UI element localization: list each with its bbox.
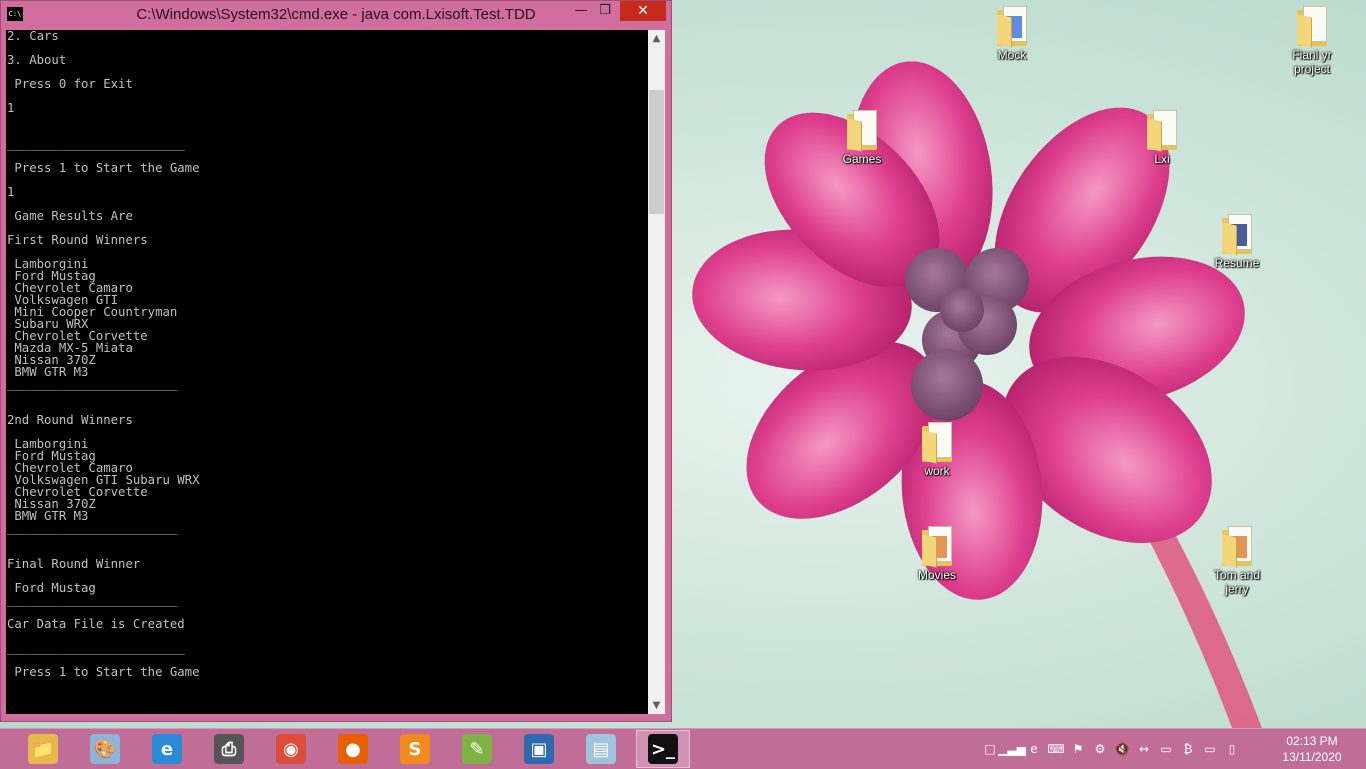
taskbar-virtualbox-button[interactable]: ▣ bbox=[512, 730, 566, 768]
network-icon[interactable]: ↔ bbox=[1136, 741, 1152, 757]
folder-icon bbox=[1222, 214, 1252, 256]
taskbar-sublime-text-button[interactable]: S bbox=[388, 730, 442, 768]
desktop-icon-tom-and-jerry[interactable]: Tom and jerry bbox=[1197, 526, 1277, 596]
vertical-scrollbar[interactable]: ▲ ▼ bbox=[648, 30, 665, 714]
console-text: 2. Cars 3. About Press 0 for Exit 1 ____… bbox=[7, 30, 200, 679]
keyboard-icon[interactable]: ⌨ bbox=[1047, 741, 1064, 757]
taskbar-chrome-button[interactable]: ◉ bbox=[264, 730, 318, 768]
desktop-icon-games[interactable]: Games bbox=[822, 110, 902, 166]
taskbar-internet-explorer-button[interactable]: e bbox=[140, 730, 194, 768]
chrome-icon: ◉ bbox=[276, 734, 306, 764]
title-bar[interactable]: C:\ C:\Windows\System32\cmd.exe - java c… bbox=[1, 1, 671, 29]
taskbar: 📁 🎨 e ⎙ ◉ ● S ✎ ▣ ▤ >_ □ ▁▃▅ e ⌨ ⚑ ⚙ 🔇 ↔ ▭ ₿ ▭ ▯ 02:13 PM 13/… bbox=[0, 728, 1366, 769]
folder-icon bbox=[1297, 6, 1327, 48]
volume-mute-icon[interactable]: 🔇 bbox=[1114, 741, 1130, 757]
flag-icon[interactable]: ⚑ bbox=[1070, 741, 1086, 757]
desktop-icon-label: Lxi bbox=[1154, 152, 1170, 166]
console-output[interactable]: 2. Cars 3. About Press 0 for Exit 1 ____… bbox=[6, 30, 648, 714]
internet-explorer-icon: e bbox=[152, 734, 182, 764]
desktop-icon-lxi[interactable]: Lxi bbox=[1122, 110, 1202, 166]
clock-time: 02:13 PM bbox=[1286, 734, 1338, 748]
file-explorer-icon: 📁 bbox=[28, 734, 58, 764]
taskbar-notepad-plus-button[interactable]: ✎ bbox=[450, 730, 504, 768]
folder-icon bbox=[997, 6, 1027, 48]
display-icon[interactable]: ▭ bbox=[1158, 741, 1174, 757]
clock-date: 13/11/2020 bbox=[1282, 750, 1342, 764]
desktop-icon-label: Tom and jerry bbox=[1213, 568, 1261, 596]
notepad-plus-icon: ✎ bbox=[462, 734, 492, 764]
desktop-icon-mock[interactable]: Mock bbox=[972, 6, 1052, 62]
system-tray: □ ▁▃▅ e ⌨ ⚑ ⚙ 🔇 ↔ ▭ ₿ ▭ ▯ bbox=[982, 729, 1240, 769]
folder-icon bbox=[922, 526, 952, 568]
folder-icon bbox=[922, 422, 952, 464]
desktop-icon-movies[interactable]: Movies bbox=[897, 526, 977, 582]
desktop-icon-label: Resume bbox=[1214, 256, 1260, 270]
desktop-icon-label: Movies bbox=[917, 568, 956, 582]
battery-icon[interactable]: ▯ bbox=[1224, 741, 1240, 757]
scroll-up-button[interactable]: ▲ bbox=[648, 30, 665, 47]
clock[interactable]: 02:13 PM 13/11/2020 bbox=[1270, 733, 1354, 765]
bitcoin-icon[interactable]: ₿ bbox=[1180, 741, 1196, 757]
settings-icon[interactable]: ⚙ bbox=[1092, 741, 1108, 757]
desktop-icon-resume[interactable]: Resume bbox=[1197, 214, 1277, 270]
cmd-window[interactable]: C:\ C:\Windows\System32\cmd.exe - java c… bbox=[0, 0, 672, 722]
taskbar-file-explorer-button[interactable]: 📁 bbox=[16, 730, 70, 768]
language-icon[interactable]: e bbox=[1026, 741, 1042, 757]
cmd-icon: >_ bbox=[648, 734, 678, 764]
desktop-icon-label: Mock bbox=[997, 48, 1027, 62]
desktop-icon-final-year-project[interactable]: Fianl yr project bbox=[1272, 6, 1352, 76]
taskbar-scanner-button[interactable]: ⎙ bbox=[202, 730, 256, 768]
taskbar-cmd-button[interactable]: >_ bbox=[636, 730, 690, 768]
signal-icon[interactable]: ▁▃▅ bbox=[998, 741, 1026, 757]
desktop-icon-label: Fianl yr project bbox=[1292, 48, 1332, 76]
monitor-icon[interactable]: ▭ bbox=[1202, 741, 1218, 757]
taskbar-firefox-button[interactable]: ● bbox=[326, 730, 380, 768]
scanner-icon: ⎙ bbox=[214, 734, 244, 764]
firefox-icon: ● bbox=[338, 734, 368, 764]
action-center-icon[interactable]: □ bbox=[982, 741, 998, 757]
sublime-text-icon: S bbox=[400, 734, 430, 764]
desktop-wallpaper bbox=[692, 61, 1262, 728]
restore-button[interactable]: ❐ bbox=[591, 1, 619, 21]
scroll-down-button[interactable]: ▼ bbox=[648, 697, 665, 714]
desktop-icon-label: Games bbox=[842, 152, 882, 166]
folder-icon bbox=[1222, 526, 1252, 568]
taskbar-notes-button[interactable]: ▤ bbox=[574, 730, 628, 768]
virtualbox-icon: ▣ bbox=[524, 734, 554, 764]
taskbar-paint-button[interactable]: 🎨 bbox=[78, 730, 132, 768]
folder-icon bbox=[1147, 110, 1177, 152]
folder-icon bbox=[847, 110, 877, 152]
desktop-icon-label: work bbox=[924, 464, 950, 478]
notes-icon: ▤ bbox=[586, 734, 616, 764]
desktop-icon-work[interactable]: work bbox=[897, 422, 977, 478]
close-button[interactable]: ✕ bbox=[620, 1, 666, 21]
paint-icon: 🎨 bbox=[90, 734, 120, 764]
scroll-thumb[interactable] bbox=[649, 90, 664, 214]
